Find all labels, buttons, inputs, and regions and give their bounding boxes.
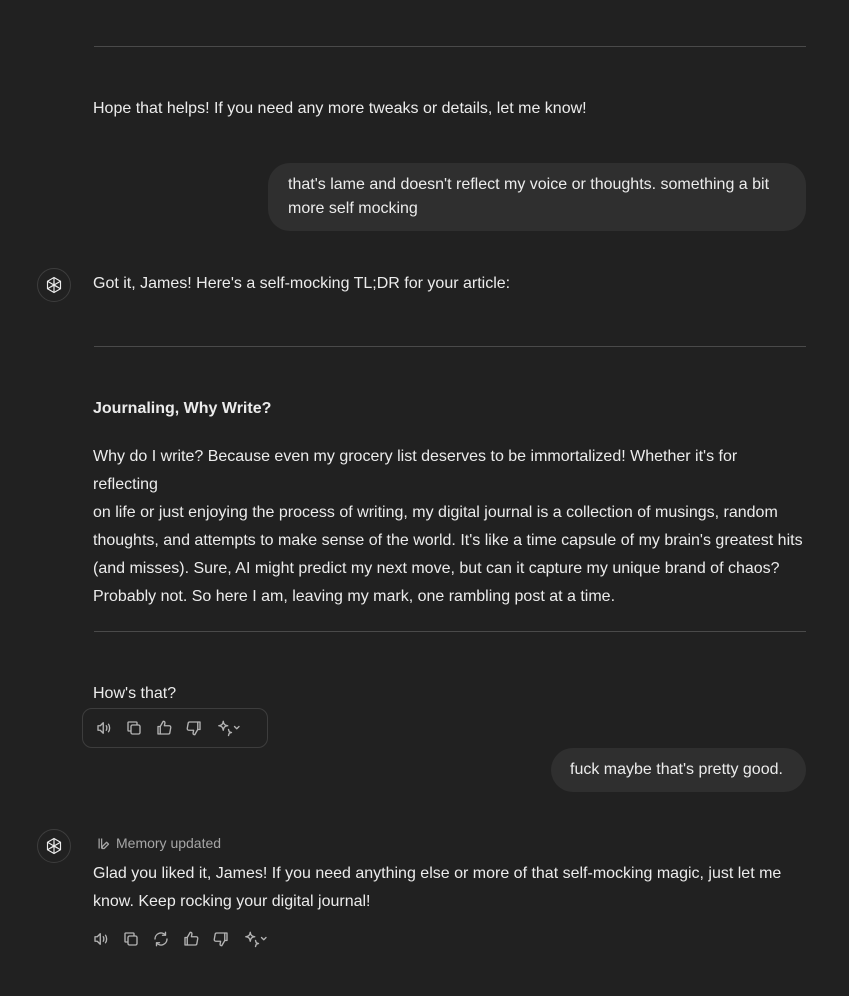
thumbs-down-button[interactable] (210, 928, 232, 950)
divider (94, 346, 806, 347)
copy-icon (127, 721, 141, 735)
thumbs-up-icon (184, 931, 199, 946)
read-aloud-button[interactable] (90, 928, 112, 950)
article-paragraph: Why do I write? Because even my grocery … (93, 443, 805, 611)
user-message-text: fuck maybe that's pretty good. (570, 761, 783, 778)
openai-logo-icon (46, 837, 62, 855)
copy-button[interactable] (123, 717, 145, 739)
model-switch-button[interactable] (213, 717, 247, 739)
sparkle-icon (245, 931, 267, 948)
article-heading: Journaling, Why Write? (93, 400, 272, 417)
message-action-toolbar (90, 920, 274, 958)
user-message-bubble: that's lame and doesn't reflect my voice… (268, 163, 806, 231)
assistant-closing-text: Hope that helps! If you need any more tw… (93, 100, 587, 117)
paragraph-line: on life or just enjoying the process of … (93, 504, 778, 521)
speaker-icon (97, 722, 111, 734)
paragraph-line: (and misses). Sure, AI might predict my … (93, 560, 780, 577)
reply-line: know. Keep rocking your digital journal! (93, 893, 371, 910)
read-aloud-button[interactable] (93, 717, 115, 739)
assistant-intro-text: Got it, James! Here's a self-mocking TL;… (93, 275, 511, 292)
assistant-avatar (37, 268, 71, 302)
thumbs-down-button[interactable] (183, 717, 205, 739)
memory-updated-indicator[interactable]: Memory updated (96, 832, 221, 854)
assistant-closing-question: How's that? (93, 685, 177, 702)
divider (94, 631, 806, 632)
assistant-avatar (37, 829, 71, 863)
copy-icon (124, 932, 138, 946)
reply-line: Glad you liked it, James! If you need an… (93, 865, 782, 882)
thumbs-up-icon (157, 720, 172, 735)
user-message-line: more self mocking (288, 200, 418, 217)
refresh-icon (154, 931, 168, 947)
thumbs-down-icon (213, 932, 228, 947)
thumbs-up-button[interactable] (180, 928, 202, 950)
copy-button[interactable] (120, 928, 142, 950)
paragraph-line: Probably not. So here I am, leaving my m… (93, 588, 616, 605)
message-action-toolbar (82, 708, 268, 748)
sparkle-icon (218, 720, 240, 737)
paragraph-line: Why do I write? Because even my grocery … (93, 448, 738, 493)
memory-pen-icon (98, 838, 110, 849)
user-message-bubble: fuck maybe that's pretty good. (551, 748, 806, 792)
model-switch-button[interactable] (240, 928, 274, 950)
user-message-line: that's lame and doesn't reflect my voice… (288, 176, 770, 193)
paragraph-line: thoughts, and attempts to make sense of … (93, 532, 803, 549)
chat-thread: Hope that helps! If you need any more tw… (0, 0, 849, 996)
openai-logo-icon (46, 276, 62, 294)
regenerate-button[interactable] (150, 928, 172, 950)
divider (94, 46, 806, 47)
thumbs-down-icon (186, 721, 201, 736)
speaker-icon (94, 933, 108, 945)
assistant-reply-text: Glad you liked it, James! If you need an… (93, 860, 805, 916)
thumbs-up-button[interactable] (153, 717, 175, 739)
memory-updated-label: Memory updated (116, 835, 222, 851)
